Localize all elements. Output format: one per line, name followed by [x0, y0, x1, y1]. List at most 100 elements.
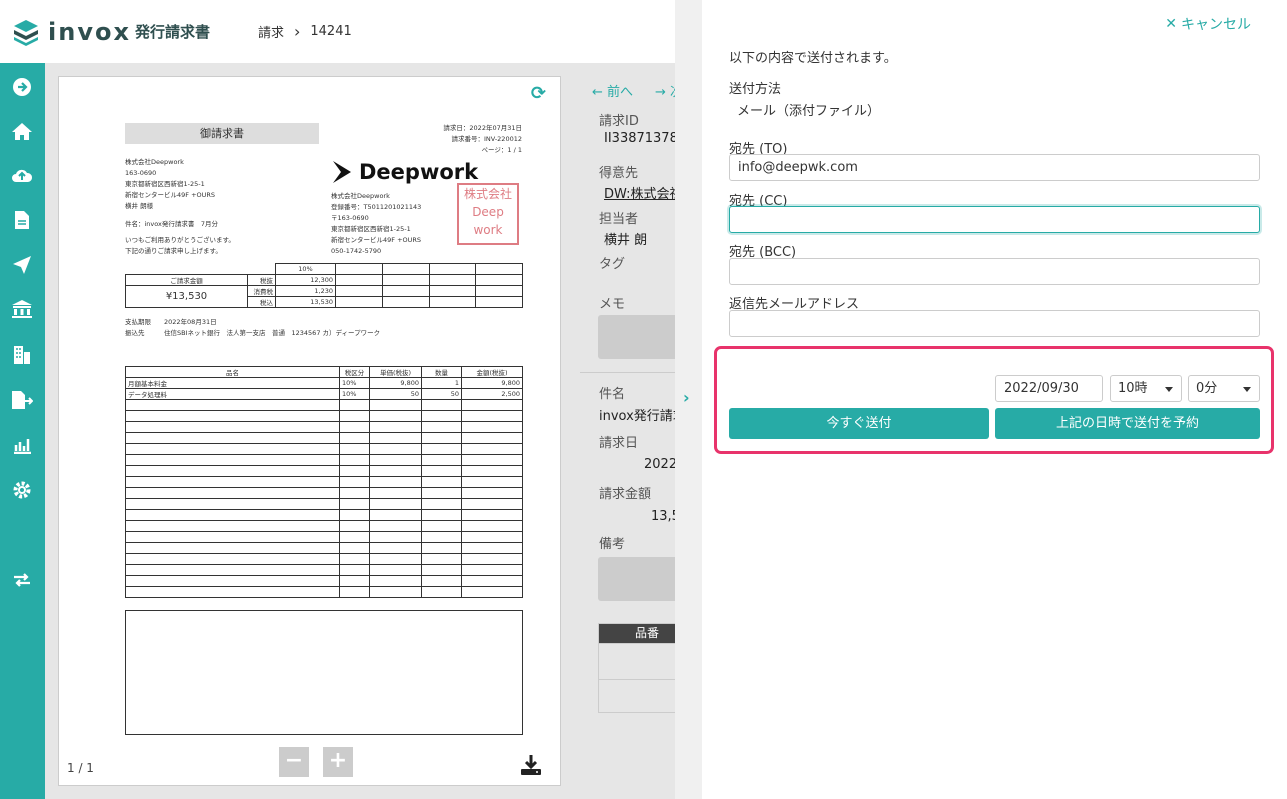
empty-cell [125, 465, 340, 477]
intro-text: 以下の内容で送付されます。 [729, 51, 897, 66]
empty-cell [421, 509, 462, 521]
issuer-line: 東京都新宿区西新宿1-25-1 [331, 225, 411, 233]
greeting-line: 下記の通りご請求申し上げます。 [125, 247, 222, 255]
building-icon[interactable] [10, 343, 34, 367]
empty-cell [461, 465, 523, 477]
empty-cell [339, 542, 370, 554]
item-amount: 2,500 [461, 388, 523, 400]
recipient-line: 株式会社Deepwork [125, 158, 184, 166]
summary-cell [428, 296, 477, 308]
memo-box[interactable] [598, 315, 675, 359]
empty-cell [461, 443, 523, 455]
cancel-button[interactable]: ✕ キャンセル [1165, 14, 1251, 34]
zoom-out-button[interactable]: − [279, 747, 309, 777]
invoice-preview: ⟳ 御請求書 請求日：2022年07月31日 請求番号：INV-220012 ペ… [58, 76, 561, 786]
table-row [125, 575, 523, 587]
chevron-right-icon[interactable]: › [683, 388, 690, 407]
memo-label: メモ [599, 297, 626, 312]
schedule-minute-select[interactable]: 0分 [1188, 375, 1260, 402]
empty-cell [125, 520, 340, 532]
send-now-button[interactable]: 今すぐ送付 [729, 408, 989, 439]
schedule-date-input[interactable]: 2022/09/30 [995, 375, 1103, 402]
home-icon[interactable] [10, 119, 34, 143]
download-icon[interactable] [519, 753, 543, 782]
empty-cell [125, 454, 340, 466]
table-row [125, 476, 523, 488]
next-link[interactable]: → 次 [655, 81, 675, 100]
prev-link[interactable]: ← 前へ [592, 81, 633, 100]
table-row [125, 421, 523, 433]
logo-text: invox [48, 17, 131, 46]
seal-line: work [473, 223, 503, 237]
schedule-minute-value: 0分 [1196, 381, 1218, 396]
remarks-box[interactable] [598, 557, 675, 601]
due-label: 支払期限 [125, 318, 151, 326]
zoom-in-button[interactable]: + [323, 747, 353, 777]
empty-cell [369, 575, 422, 587]
empty-cell [421, 454, 462, 466]
cloud-upload-icon[interactable] [10, 163, 34, 187]
file-export-icon[interactable] [10, 388, 34, 412]
customer-link[interactable]: DW:株式会社 [604, 183, 675, 202]
tag-label: タグ [599, 257, 626, 272]
table-row [125, 432, 523, 444]
amount-value: ¥13,530 [125, 285, 248, 308]
table-row [125, 542, 523, 554]
empty-cell [369, 509, 422, 521]
method-label: 送付方法 [729, 82, 782, 97]
divider [580, 372, 675, 373]
refresh-icon[interactable]: ⟳ [531, 83, 546, 104]
chart-icon[interactable] [10, 433, 34, 457]
transfer-icon[interactable] [10, 568, 34, 592]
cc-email-input[interactable] [729, 206, 1260, 233]
breadcrumb: 請求 › 14241 [258, 22, 352, 41]
bank-value: 住信SBIネット銀行 法人第一支店 普通 1234567 カ）ディープワーク [164, 329, 381, 337]
subject-label: 件名 [599, 387, 626, 402]
app-logo[interactable]: invox 発行請求書 [12, 18, 210, 46]
staff-value: 横井 朗 [604, 233, 648, 248]
summary-row-label: 税抜 [247, 274, 276, 286]
deepwork-logo-icon [333, 161, 351, 183]
table-row [599, 679, 675, 713]
empty-cell [125, 476, 340, 488]
reply-to-input[interactable] [729, 310, 1260, 337]
empty-cell [421, 520, 462, 532]
breadcrumb-parent[interactable]: 請求 [258, 22, 284, 41]
schedule-hour-select[interactable]: 10時 [1110, 375, 1182, 402]
customer-label: 得意先 [599, 166, 639, 181]
empty-cell [339, 410, 370, 422]
logo-subtitle: 発行請求書 [134, 23, 210, 41]
document-icon[interactable] [10, 208, 34, 232]
empty-cell [339, 443, 370, 455]
to-email-input[interactable] [729, 154, 1260, 181]
invoice-subject: 件名：invox発行請求書 7月分 [125, 220, 219, 228]
empty-cell [461, 454, 523, 466]
empty-cell [125, 421, 340, 433]
item-qty: 1 [421, 377, 462, 389]
items-header-cell: 品名 [125, 366, 340, 378]
summary-row-value: 12,300 [275, 274, 336, 286]
empty-cell [369, 399, 422, 411]
item-col-header: 品番 [599, 624, 675, 643]
empty-cell [421, 465, 462, 477]
summary-cell [335, 274, 383, 286]
caret-down-icon [1243, 387, 1251, 392]
bank-icon[interactable] [10, 297, 34, 321]
arrow-right-circle-icon[interactable] [10, 75, 34, 99]
empty-cell [369, 465, 422, 477]
issuer-line: 登録番号：T5011201021143 [331, 203, 422, 211]
empty-cell [125, 443, 340, 455]
item-tax: 10% [339, 388, 370, 400]
due-value: 2022年08月31日 [164, 318, 217, 326]
bcc-email-input[interactable] [729, 258, 1260, 285]
staff-label: 担当者 [599, 212, 639, 227]
method-value: メール（添付ファイル） [737, 104, 881, 119]
items-header-row: 品名 税区分 単価(税抜) 数量 金額(税抜) [125, 366, 523, 378]
empty-cell [421, 564, 462, 576]
table-row [125, 498, 523, 510]
schedule-send-button[interactable]: 上記の日時で送付を予約 [995, 408, 1260, 439]
empty-cell [461, 509, 523, 521]
gear-icon[interactable] [10, 478, 34, 502]
panel-collapse-strip[interactable]: › [675, 0, 702, 799]
send-icon[interactable] [10, 253, 34, 277]
